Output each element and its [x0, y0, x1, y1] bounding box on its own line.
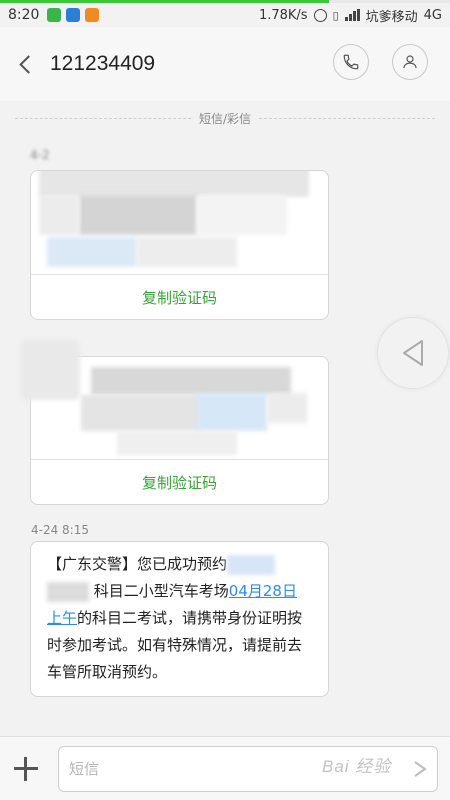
redacted-block: [267, 393, 307, 423]
redacted-block: [47, 237, 137, 267]
status-time: 8:20: [8, 7, 40, 23]
redacted-block: [81, 395, 201, 431]
status-right: 1.78K/s ▯ 坑爹移动 4G: [259, 6, 442, 25]
vibrate-icon: ▯: [332, 8, 339, 22]
exam-time-link[interactable]: 上午: [47, 609, 77, 627]
carrier-name: 坑爹移动: [365, 9, 418, 25]
message-text-part: 【广东交警】您已成功预约: [47, 555, 228, 573]
redacted-block: [197, 195, 287, 235]
redacted-block: [137, 237, 237, 267]
redacted-block: [79, 195, 197, 235]
conversation-header: 121234409: [0, 27, 450, 101]
redacted-block: [39, 171, 309, 197]
app-notification-icon: [66, 8, 81, 22]
blurred-message-body: [31, 171, 328, 274]
send-icon[interactable]: [410, 759, 430, 779]
message-bubble[interactable]: 【广东交警】您已成功预约 科目二小型汽车考场04月28日 上午的科目二考试，请携…: [30, 541, 329, 697]
call-button[interactable]: [333, 44, 369, 80]
status-bar: 8:20 1.78K/s ▯ 坑爹移动 4G: [0, 3, 450, 27]
network-speed: 1.78K/s: [258, 7, 308, 23]
alarm-icon: [313, 8, 327, 22]
chevron-left-icon: [18, 54, 38, 74]
divider-label: 短信/彩信: [198, 111, 252, 126]
contact-button[interactable]: [392, 44, 428, 80]
signal-icon: [344, 9, 360, 21]
redacted-block: [39, 195, 79, 235]
redacted-block: [227, 554, 276, 575]
redacted-block: [197, 393, 267, 431]
add-attachment-button[interactable]: [14, 757, 38, 781]
network-type: 4G: [423, 7, 442, 23]
message-text-part: 科目二小型汽车考场: [93, 582, 229, 600]
triangle-left-icon: [403, 340, 423, 366]
message-text: 【广东交警】您已成功预约 科目二小型汽车考场04月28日 上午的科目二考试，请携…: [31, 542, 328, 686]
phone-icon: [343, 54, 359, 70]
message-text-part: 的科目二考试，请携带身份证明按时参加考试。如有特殊情况，请提前去车管所取消预约。: [47, 609, 303, 681]
redacted-block: [20, 340, 80, 400]
thread-type-divider: 短信/彩信: [15, 108, 436, 128]
wechat-notification-icon: [47, 8, 62, 22]
message-time: 4-24 8:15: [31, 523, 89, 537]
exam-date-link[interactable]: 04月28日: [229, 582, 297, 600]
message-bubble[interactable]: 复制验证码: [30, 170, 329, 320]
redacted-block: [47, 581, 89, 602]
redacted-block: [91, 367, 291, 395]
copy-code-label: 复制验证码: [141, 289, 217, 307]
copy-code-button[interactable]: 复制验证码: [31, 459, 328, 504]
watermark: Bai 经验: [322, 757, 392, 776]
side-panel-toggle[interactable]: [377, 317, 449, 389]
divider-line: [259, 117, 436, 119]
plus-icon: [24, 757, 27, 781]
copy-code-label: 复制验证码: [141, 474, 217, 492]
person-icon: [403, 55, 417, 69]
message-time: 4-2: [30, 148, 50, 162]
copy-code-button[interactable]: 复制验证码: [31, 274, 328, 319]
browser-notification-icon: [85, 8, 100, 22]
redacted-block: [117, 431, 237, 455]
divider-line: [15, 117, 191, 119]
conversation-title: 121234409: [50, 52, 156, 75]
back-button[interactable]: [0, 27, 50, 101]
